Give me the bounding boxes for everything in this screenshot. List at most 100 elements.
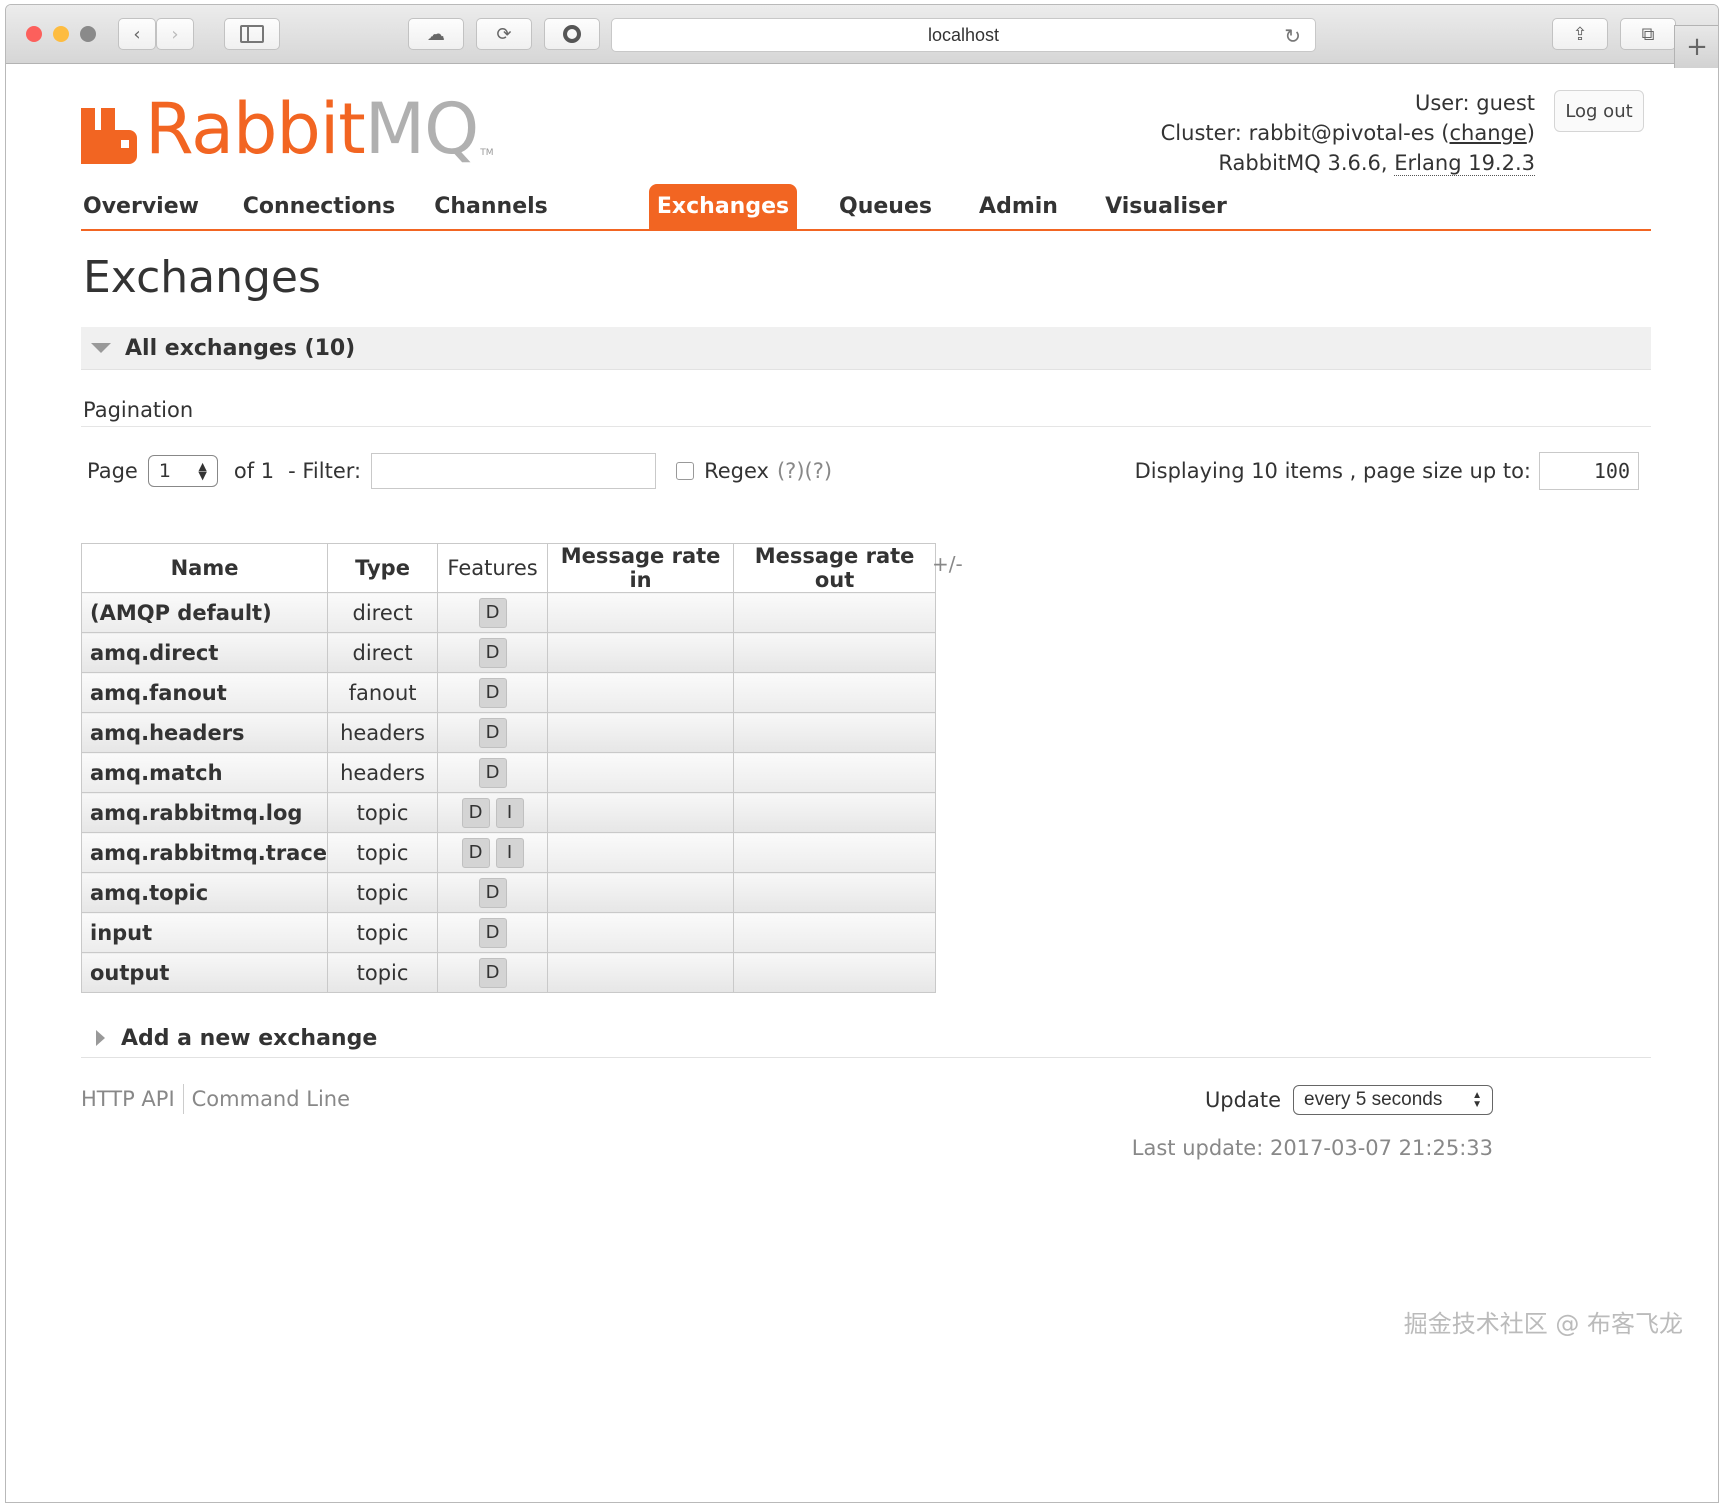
exchange-name-link[interactable]: amq.topic [80,872,329,913]
extension-button[interactable] [544,18,600,50]
message-rate-out [733,632,937,673]
version-line: RabbitMQ 3.6.6, Erlang 19.2.3 [1218,151,1535,176]
message-rate-out [733,792,937,833]
tabs-overview-button[interactable]: ⧉ [1620,18,1676,50]
exchange-name-link[interactable]: amq.rabbitmq.trace [80,832,329,873]
regex-checkbox[interactable] [676,462,695,480]
update-interval-select[interactable]: every 5 seconds ▲ ▼ [1293,1085,1493,1115]
cluster-name: rabbit@pivotal-es [1248,121,1435,145]
add-exchange-section-header[interactable]: Add a new exchange [81,1019,1651,1058]
logo-wordmark: RabbitMQ [145,88,479,170]
message-rate-in [547,912,735,953]
exchange-name-link[interactable]: (AMQP default) [80,592,329,633]
table-header-row: Name Type Features Message rate in Messa… [80,543,937,593]
column-header-features: Features [437,543,549,593]
exchange-type: topic [327,832,439,873]
tab-connections[interactable]: Connections [239,184,399,229]
forward-button[interactable]: › [156,18,194,50]
erlang-version: Erlang 19.2.3 [1394,151,1535,176]
exchange-name-link[interactable]: amq.rabbitmq.log [80,792,329,833]
exchange-type: topic [327,872,439,913]
cluster-line: Cluster: rabbit@pivotal-es (change) [1160,121,1535,145]
exchange-name-link[interactable]: output [80,952,329,993]
table-row: input topic D [80,912,937,953]
exchanges-table: Name Type Features Message rate in Messa… [80,543,937,993]
exchange-features: D [437,632,549,673]
message-rate-out [733,752,937,793]
updown-arrows-icon: ▲ ▼ [198,460,207,482]
back-button[interactable]: ‹ [118,18,156,50]
user-line: User: guest [1415,91,1535,115]
rabbit-logo-icon [81,108,137,164]
logout-button[interactable]: Log out [1554,90,1644,132]
new-tab-button[interactable]: + [1674,25,1718,68]
pagination-controls: Page 1 ▲ ▼ of 1 - Filter: Regex (?)(?) [87,452,832,490]
exchange-type: topic [327,792,439,833]
tab-overview[interactable]: Overview [81,184,201,229]
page-content: RabbitMQ TM User: guest Cluster: rabbit@… [6,64,1718,1502]
feature-badge: D [478,877,507,908]
last-update: Last update: 2017-03-07 21:25:33 [1131,1136,1493,1160]
change-cluster-link[interactable]: change [1450,121,1527,145]
exchange-features: D [437,672,549,713]
table-row: amq.direct direct D [80,632,937,673]
tab-visualiser[interactable]: Visualiser [1101,184,1231,229]
icloud-button[interactable]: ☁ [408,18,464,50]
exchange-name-link[interactable]: amq.fanout [80,672,329,713]
zoom-window-button[interactable] [80,26,96,42]
command-line-link[interactable]: Command Line [192,1087,350,1111]
feature-badge: D [478,677,507,708]
exchange-name-link[interactable]: amq.direct [80,632,329,673]
sidebar-toggle-button[interactable] [224,18,280,50]
user-info: User: guest Cluster: rabbit@pivotal-es (… [1161,88,1535,178]
minimize-window-button[interactable] [53,26,69,42]
chevron-left-icon: ‹ [133,23,141,45]
column-header-rate-in: Message rate in [547,543,735,593]
page-size-input[interactable]: 100 [1539,452,1639,490]
exchange-name-link[interactable]: amq.headers [80,712,329,753]
chevron-right-icon: › [171,23,179,45]
reload-icon[interactable]: ↻ [1284,24,1301,49]
filter-input[interactable] [371,453,657,489]
exchange-name-link[interactable]: input [80,912,329,953]
address-bar[interactable]: localhost ↻ [611,18,1316,52]
section-title: All exchanges (10) [125,335,356,361]
tab-queues[interactable]: Queues [833,184,938,229]
collapse-triangle-icon [91,343,111,353]
page-label: Page [87,459,138,483]
exchange-type: fanout [327,672,439,713]
all-exchanges-section-header[interactable]: All exchanges (10) [81,327,1651,370]
close-window-button[interactable] [26,26,42,42]
message-rate-out [733,832,937,873]
tab-channels[interactable]: Channels [431,184,551,229]
column-header-rate-out: Message rate out [733,543,937,593]
http-api-link[interactable]: HTTP API [81,1087,175,1111]
column-header-name[interactable]: Name [80,543,329,593]
message-rate-out [733,712,937,753]
table-row: amq.headers headers D [80,712,937,753]
page-select[interactable]: 1 ▲ ▼ [147,455,218,487]
update-label: Update [1204,1088,1281,1112]
tab-admin[interactable]: Admin [971,184,1066,229]
message-rate-in [547,832,735,873]
rabbitmq-logo[interactable]: RabbitMQ TM [81,94,494,164]
pagination-label: Pagination [83,398,194,422]
column-header-type[interactable]: Type [327,543,439,593]
divider [81,426,1651,427]
message-rate-in [547,792,735,833]
exchange-name-link[interactable]: amq.match [80,752,329,793]
tab-exchanges[interactable]: Exchanges [649,184,797,229]
page-title: Exchanges [83,252,321,303]
table-row: amq.topic topic D [80,872,937,913]
exchange-type: topic [327,952,439,993]
watermark: 掘金技术社区 @ 布客飞龙 [1403,1310,1683,1338]
regex-help-links[interactable]: (?)(?) [777,459,832,483]
share-button[interactable]: ⇪ [1552,18,1608,50]
exchange-features: D [437,872,549,913]
exchange-features: D [437,752,549,793]
exchange-type: headers [327,712,439,753]
toggle-columns-button[interactable]: +/- [932,552,963,576]
history-button[interactable]: ⟳ [476,18,532,50]
address-text: localhost [927,24,1000,45]
footer-links: HTTP API Command Line [81,1084,350,1114]
